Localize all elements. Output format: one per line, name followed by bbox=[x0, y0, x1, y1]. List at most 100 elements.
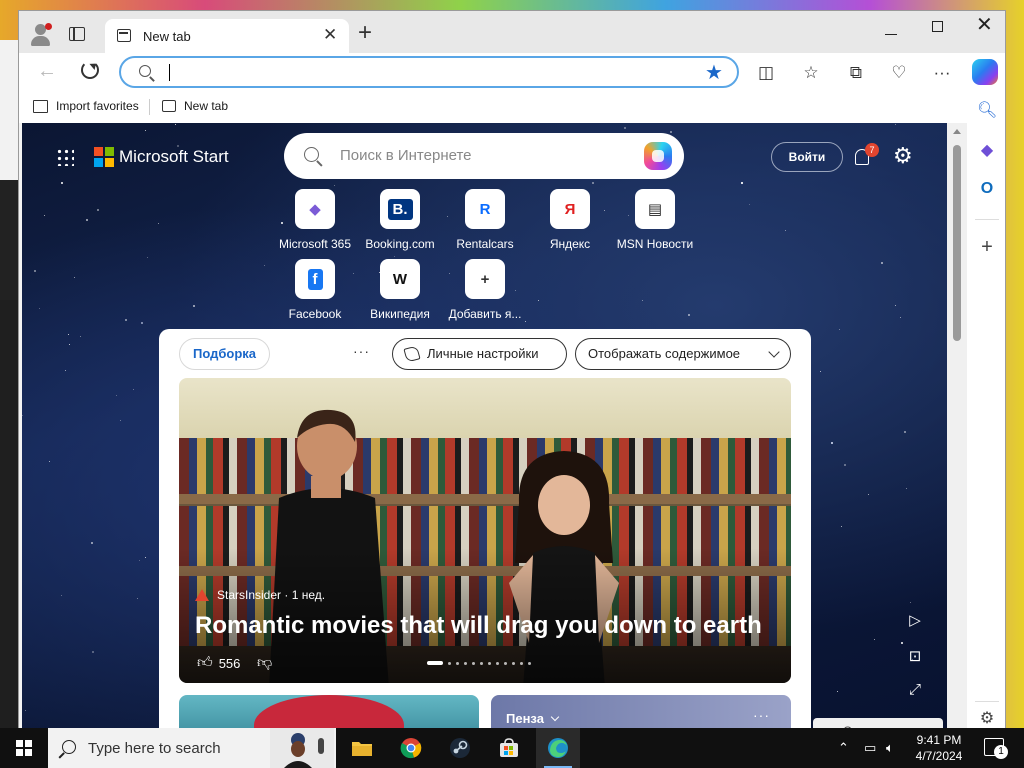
quick-link[interactable]: f Facebook bbox=[275, 259, 355, 321]
favorites-divider bbox=[149, 99, 150, 115]
hero-title[interactable]: Romantic movies that will drag you down … bbox=[195, 612, 762, 640]
scrollbar-thumb[interactable] bbox=[953, 145, 961, 341]
maximize-button[interactable] bbox=[932, 21, 943, 32]
close-window-button[interactable]: ✕ bbox=[976, 15, 993, 35]
quick-link-label: Rentalcars bbox=[456, 237, 514, 251]
carousel-dot[interactable] bbox=[504, 661, 507, 665]
quick-link[interactable]: ◆ Microsoft 365 bbox=[275, 189, 355, 251]
carousel-dot[interactable] bbox=[496, 661, 499, 665]
desktop-left-edge bbox=[0, 40, 18, 730]
hero-source[interactable]: StarsInsider · 1 нед. bbox=[195, 588, 325, 602]
new-tab-button[interactable]: + bbox=[358, 21, 372, 45]
favorite-import[interactable]: Import favorites bbox=[33, 99, 139, 113]
expand-icon[interactable]: ⤢ bbox=[905, 681, 925, 698]
sidebar-settings-icon[interactable]: ⚙ bbox=[977, 709, 997, 729]
star bbox=[688, 314, 690, 316]
app-launcher-icon[interactable] bbox=[56, 148, 74, 166]
settings-more-icon[interactable]: ··· bbox=[931, 62, 953, 84]
outlook-icon[interactable]: O bbox=[977, 179, 997, 199]
browser-essentials-icon[interactable]: ♡ bbox=[888, 62, 910, 84]
web-search-box[interactable] bbox=[284, 133, 684, 179]
carousel-dot[interactable] bbox=[464, 661, 467, 665]
quick-link[interactable]: B. Booking.com bbox=[360, 189, 440, 251]
sign-in-button[interactable]: Войти bbox=[771, 142, 843, 172]
copilot-search-icon[interactable] bbox=[644, 142, 672, 170]
quick-link[interactable]: R Rentalcars bbox=[445, 189, 525, 251]
taskbar-clock[interactable]: 9:41 PM 4/7/2024 bbox=[904, 732, 974, 764]
carousel-dot[interactable] bbox=[456, 661, 459, 665]
personalize-button[interactable]: Личные настройки bbox=[392, 338, 567, 370]
taskbar-steam[interactable] bbox=[438, 728, 482, 768]
network-icon[interactable]: ▭ bbox=[864, 740, 876, 756]
taskbar-search-input[interactable] bbox=[88, 740, 268, 757]
refresh-button[interactable] bbox=[81, 61, 99, 79]
start-button[interactable] bbox=[0, 728, 48, 768]
collections-icon[interactable]: ⧉ bbox=[845, 62, 867, 84]
carousel-dot[interactable] bbox=[448, 661, 451, 665]
scroll-up-arrow[interactable] bbox=[953, 129, 961, 134]
star bbox=[394, 256, 395, 257]
carousel-dot[interactable] bbox=[512, 661, 515, 665]
chrome-icon bbox=[400, 738, 422, 759]
back-button[interactable]: ← bbox=[37, 60, 57, 83]
star bbox=[25, 710, 26, 711]
page-scrollbar[interactable] bbox=[947, 123, 967, 729]
search-sidebar-icon[interactable]: 🔍︎ bbox=[977, 101, 997, 121]
tab-close-icon[interactable]: ✕ bbox=[323, 26, 337, 43]
split-screen-icon[interactable]: ◫ bbox=[755, 62, 777, 84]
feed-more-button[interactable]: ··· bbox=[353, 343, 370, 359]
show-content-dropdown[interactable]: Отображать содержимое bbox=[575, 338, 791, 370]
address-bar[interactable]: ★ bbox=[119, 56, 739, 88]
article-card[interactable] bbox=[179, 695, 479, 729]
tab-actions-menu-icon[interactable] bbox=[69, 27, 85, 41]
tab-curated[interactable]: Подборка bbox=[179, 338, 270, 370]
favorite-import-label: Import favorites bbox=[56, 99, 139, 113]
web-search-input[interactable] bbox=[340, 147, 630, 164]
hero-article[interactable]: StarsInsider · 1 нед. Romantic movies th… bbox=[179, 378, 791, 683]
browser-toolbar: ← ★ ◫ ☆ ⧉ ♡ ··· bbox=[19, 53, 1005, 91]
taskbar-file-explorer[interactable] bbox=[340, 728, 384, 768]
microsoft-365-icon[interactable]: ◆ bbox=[977, 141, 997, 161]
carousel-dot[interactable] bbox=[480, 661, 483, 665]
quick-link-label: Booking.com bbox=[365, 237, 435, 251]
quick-link[interactable]: ▤ MSN Новости bbox=[615, 189, 695, 251]
taskbar-edge[interactable] bbox=[536, 728, 580, 768]
weather-card[interactable]: Пенза ··· bbox=[491, 695, 791, 729]
steam-icon bbox=[450, 738, 470, 758]
starsinsider-logo-icon bbox=[195, 589, 209, 601]
taskbar-chrome[interactable] bbox=[389, 728, 433, 768]
thumbs-down-icon[interactable]: 👎︎ bbox=[257, 654, 272, 672]
favorite-new-tab[interactable]: New tab bbox=[162, 99, 228, 113]
settings-gear-icon[interactable]: ⚙ bbox=[893, 145, 913, 167]
taskbar-store[interactable] bbox=[487, 728, 531, 768]
taskbar-search[interactable] bbox=[48, 728, 336, 768]
carousel-dot[interactable] bbox=[472, 661, 475, 665]
carousel-dot[interactable] bbox=[520, 661, 523, 665]
profile-button[interactable] bbox=[29, 23, 53, 47]
weather-more-button[interactable]: ··· bbox=[753, 707, 770, 723]
minimize-button[interactable] bbox=[885, 34, 897, 35]
carousel-dot[interactable] bbox=[528, 661, 531, 665]
star bbox=[80, 336, 81, 337]
copilot-icon[interactable] bbox=[972, 59, 998, 85]
background-image-icon[interactable]: ⊡ bbox=[905, 647, 925, 665]
star bbox=[334, 185, 335, 186]
carousel-dot[interactable] bbox=[488, 661, 491, 665]
add-sidebar-app-icon[interactable]: + bbox=[977, 237, 997, 257]
volume-muted-icon[interactable]: 🔈︎ bbox=[886, 740, 894, 756]
carousel-dot[interactable] bbox=[427, 661, 443, 665]
play-icon[interactable]: ▷ bbox=[905, 611, 925, 629]
tab-new-tab[interactable]: New tab ✕ bbox=[105, 19, 349, 53]
quick-link[interactable]: + Добавить я... bbox=[445, 259, 525, 321]
weather-city-selector[interactable]: Пенза bbox=[506, 711, 560, 726]
favorite-star-icon[interactable]: ★ bbox=[705, 60, 723, 85]
notifications-button[interactable]: 7 bbox=[851, 143, 879, 173]
quick-link[interactable]: Я Яндекс bbox=[530, 189, 610, 251]
personalize-label: Личные настройки bbox=[427, 346, 539, 361]
address-input[interactable] bbox=[167, 62, 687, 82]
quick-link[interactable]: W Википедия bbox=[360, 259, 440, 321]
chevron-up-icon[interactable]: ⌃ bbox=[838, 740, 849, 756]
carousel-indicator[interactable] bbox=[427, 661, 531, 665]
favorites-icon[interactable]: ☆ bbox=[800, 62, 822, 84]
like-button[interactable]: 👍︎ 556 bbox=[197, 654, 240, 672]
